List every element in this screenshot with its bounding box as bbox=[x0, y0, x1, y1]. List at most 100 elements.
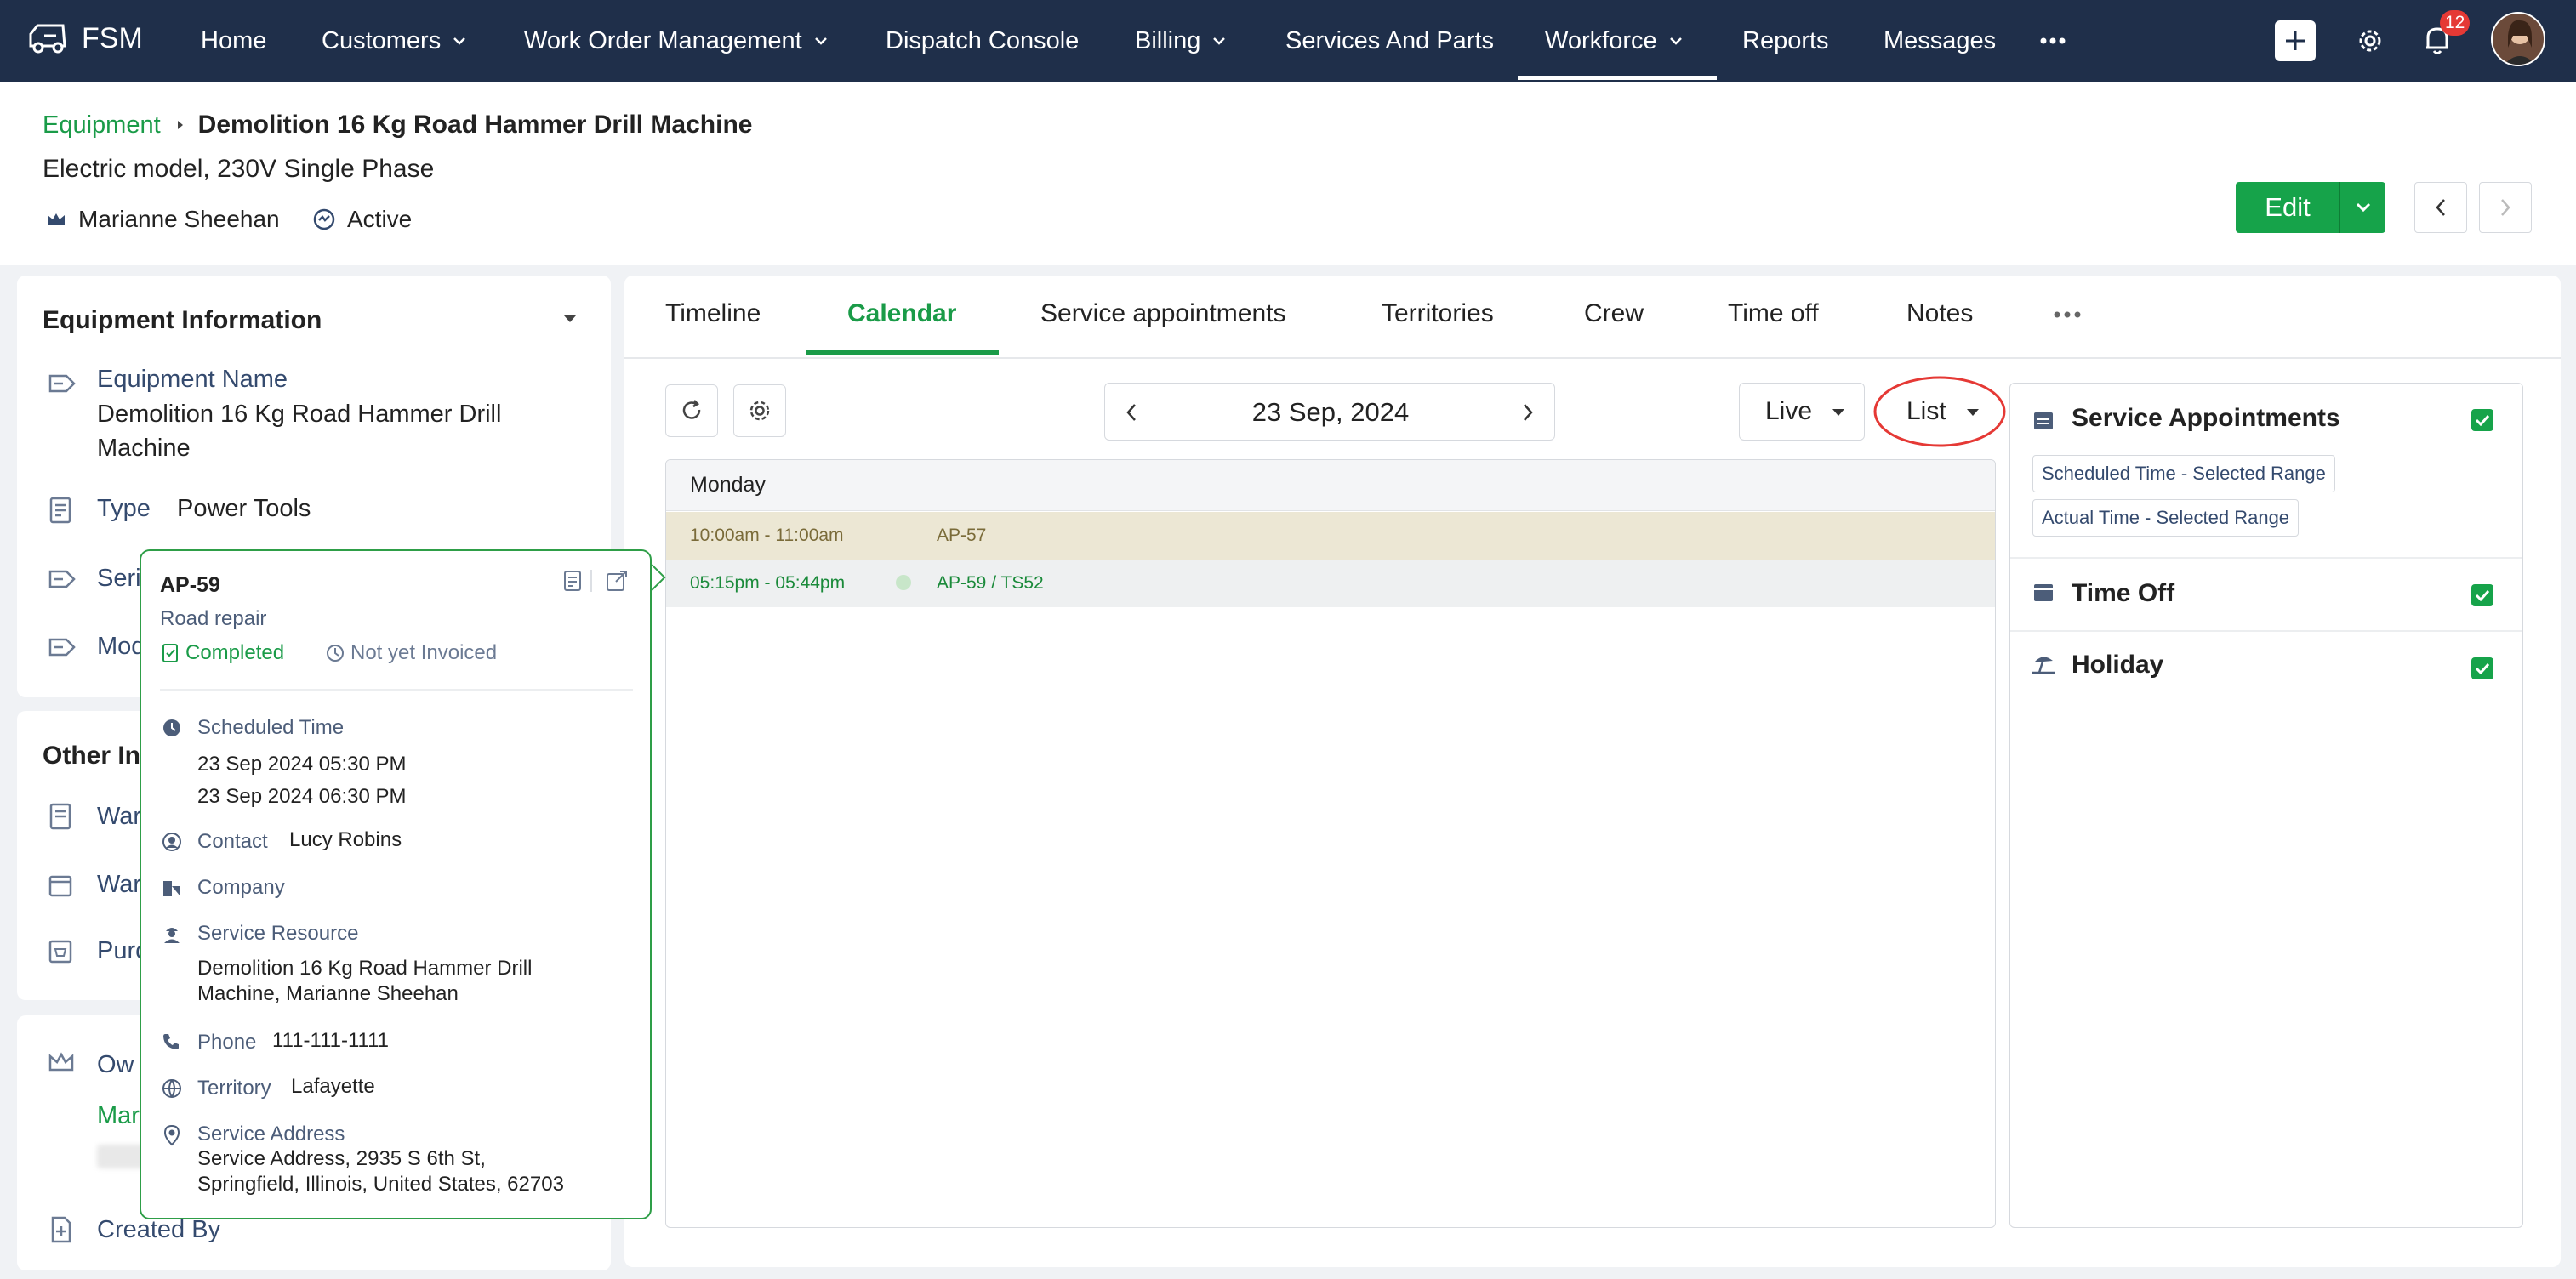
service-address-line1: Service Address, 2935 S 6th St, bbox=[197, 1147, 486, 1170]
nav-label: Home bbox=[201, 26, 267, 54]
tab-crew[interactable]: Crew bbox=[1584, 299, 1644, 328]
nav-active-underline bbox=[1518, 76, 1717, 80]
checkmark-icon bbox=[2475, 414, 2490, 426]
breadcrumb-equipment-link[interactable]: Equipment bbox=[43, 111, 161, 139]
status-active-icon bbox=[313, 208, 335, 230]
day-header: Monday bbox=[666, 460, 1995, 511]
collapse-caret-icon[interactable] bbox=[563, 315, 577, 323]
notes-icon[interactable] bbox=[563, 570, 582, 592]
tab-timeline[interactable]: Timeline bbox=[665, 299, 761, 328]
filter-divider bbox=[2010, 557, 2522, 559]
edit-button[interactable]: Edit bbox=[2236, 182, 2339, 233]
tab-service-appointments[interactable]: Service appointments bbox=[1040, 299, 1286, 328]
nav-item-dispatch-console[interactable]: Dispatch Console bbox=[886, 0, 1079, 82]
nav-label: Reports bbox=[1742, 26, 1829, 54]
type-value: Power Tools bbox=[177, 495, 311, 522]
gear-icon bbox=[749, 401, 770, 421]
date-navigator: 23 Sep, 2024 bbox=[1104, 383, 1555, 441]
red-annotation-circle bbox=[1873, 376, 2006, 447]
contact-icon bbox=[162, 833, 181, 851]
nav-item-billing[interactable]: Billing bbox=[1135, 0, 1226, 82]
appointment-status: Completed bbox=[185, 641, 285, 664]
more-nav-icon[interactable] bbox=[2040, 37, 2066, 44]
open-in-new-icon[interactable] bbox=[606, 570, 628, 592]
live-mode-value: Live bbox=[1765, 397, 1813, 425]
calendar-list-view: Monday 10:00am - 11:00am AP-57 05:15pm -… bbox=[665, 459, 1996, 1228]
service-address-line2: Springfield, Illinois, United States, 62… bbox=[197, 1173, 564, 1196]
territory-value: Lafayette bbox=[291, 1075, 375, 1098]
chevron-down-icon bbox=[2356, 202, 2370, 213]
model-label: Mod bbox=[97, 633, 145, 660]
tab-time-off[interactable]: Time off bbox=[1728, 299, 1819, 328]
current-date: 23 Sep, 2024 bbox=[1251, 397, 1410, 427]
nav-item-home[interactable]: Home bbox=[201, 0, 266, 82]
owner-label: Ow bbox=[97, 1051, 134, 1078]
appointment-id: AP-59 bbox=[160, 573, 220, 597]
event-status-dot bbox=[896, 575, 911, 590]
contact-value[interactable]: Lucy Robins bbox=[289, 827, 402, 853]
settings-icon[interactable] bbox=[2355, 26, 2385, 56]
appointment-popover: AP-59 Road repair Completed Not yet Invo… bbox=[140, 549, 652, 1219]
event-time: 10:00am - 11:00am bbox=[690, 526, 844, 545]
notification-count-badge: 12 bbox=[2440, 10, 2471, 36]
add-button[interactable] bbox=[2275, 20, 2316, 61]
service-appointments-checkbox[interactable] bbox=[2471, 409, 2493, 431]
nav-item-services-and-parts[interactable]: Services And Parts bbox=[1285, 0, 1494, 82]
document-icon bbox=[49, 803, 71, 830]
nav-item-workforce[interactable]: Workforce bbox=[1545, 0, 1683, 82]
service-resource-line1: Demolition 16 Kg Road Hammer Drill bbox=[197, 957, 533, 980]
owner-link[interactable]: Mar bbox=[97, 1102, 140, 1130]
tag-icon bbox=[48, 638, 76, 657]
tab-territories[interactable]: Territories bbox=[1382, 299, 1494, 328]
checkmark-icon bbox=[2475, 589, 2490, 601]
app-logo[interactable]: FSM bbox=[26, 19, 143, 58]
popover-divider bbox=[160, 689, 633, 691]
event-title: AP-57 bbox=[937, 526, 987, 545]
edit-dropdown-button[interactable] bbox=[2339, 182, 2385, 233]
live-mode-dropdown[interactable]: Live bbox=[1739, 383, 1865, 441]
previous-record-button[interactable] bbox=[2414, 182, 2467, 233]
refresh-button[interactable] bbox=[665, 384, 718, 437]
time-off-checkbox[interactable] bbox=[2471, 584, 2493, 606]
calendar-settings-button[interactable] bbox=[733, 384, 786, 437]
document-icon bbox=[49, 497, 71, 524]
phone-icon bbox=[163, 1034, 179, 1049]
nav-label: Dispatch Console bbox=[886, 26, 1080, 54]
caret-down-icon bbox=[1832, 409, 1844, 416]
tab-calendar[interactable]: Calendar bbox=[847, 299, 956, 328]
phone-value[interactable]: 111-111-1111 bbox=[272, 1028, 389, 1054]
tag-icon bbox=[48, 374, 76, 393]
nav-item-work-order-management[interactable]: Work Order Management bbox=[524, 0, 828, 82]
next-record-button[interactable] bbox=[2479, 182, 2532, 233]
tag-icon bbox=[48, 570, 76, 588]
event-title: AP-59 / TS52 bbox=[937, 573, 1044, 593]
company-icon bbox=[163, 881, 180, 896]
technician-icon bbox=[164, 928, 180, 943]
nav-item-messages[interactable]: Messages bbox=[1884, 0, 1996, 82]
service-resource-label: Service Resource bbox=[197, 922, 359, 945]
chevron-down-icon bbox=[1213, 37, 1226, 45]
previous-date-chevron-icon[interactable] bbox=[1126, 402, 1137, 423]
calendar-icon bbox=[48, 875, 72, 897]
calendar-filter-panel: Service Appointments Scheduled Time - Se… bbox=[2009, 383, 2523, 1228]
nav-item-reports[interactable]: Reports bbox=[1742, 0, 1829, 82]
tab-notes[interactable]: Notes bbox=[1906, 299, 1973, 328]
phone-label: Phone bbox=[197, 1031, 257, 1054]
time-off-icon bbox=[2034, 584, 2053, 601]
completed-icon bbox=[162, 644, 178, 662]
nav-item-customers[interactable]: Customers bbox=[322, 0, 466, 82]
user-avatar[interactable] bbox=[2491, 12, 2545, 66]
event-row-ap-59[interactable]: 05:15pm - 05:44pm AP-59 / TS52 bbox=[666, 560, 1995, 607]
event-row-ap-57[interactable]: 10:00am - 11:00am AP-57 bbox=[666, 512, 1995, 560]
holiday-checkbox[interactable] bbox=[2471, 657, 2493, 679]
nav-label: Work Order Management bbox=[524, 26, 802, 54]
calendar-icon bbox=[2034, 412, 2053, 429]
more-tabs-icon[interactable] bbox=[2054, 311, 2081, 318]
territory-label: Territory bbox=[197, 1077, 271, 1100]
chevron-down-icon bbox=[453, 37, 466, 45]
scheduled-time-chip[interactable]: Scheduled Time - Selected Range bbox=[2032, 455, 2335, 492]
event-time: 05:15pm - 05:44pm bbox=[690, 573, 846, 593]
next-date-chevron-icon[interactable] bbox=[1522, 402, 1534, 423]
actual-time-chip[interactable]: Actual Time - Selected Range bbox=[2032, 499, 2300, 537]
clock-icon bbox=[163, 719, 180, 736]
